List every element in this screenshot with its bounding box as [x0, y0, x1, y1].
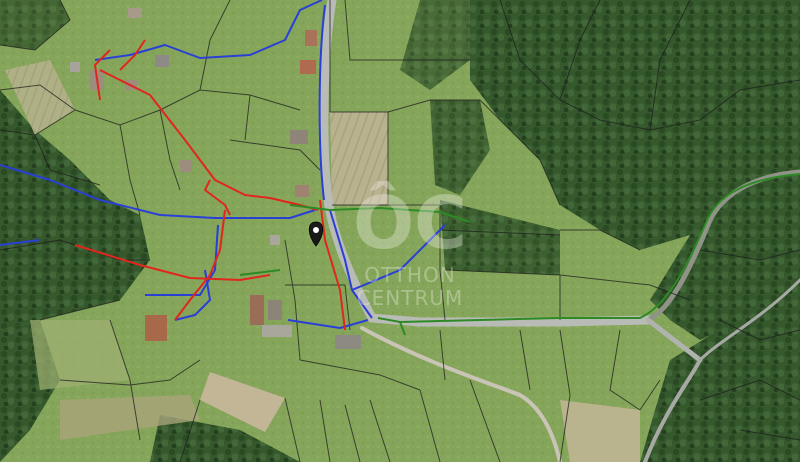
watermark-line2: CENTRUM	[357, 286, 464, 310]
watermark-logo: ÔC	[353, 181, 467, 265]
watermark: ÔC OTTHON CENTRUM	[353, 181, 467, 310]
map-canvas: ÔC OTTHON CENTRUM	[0, 0, 800, 462]
watermark-line1: OTTHON	[364, 263, 456, 287]
aerial-map[interactable]: ÔC OTTHON CENTRUM	[0, 0, 800, 462]
